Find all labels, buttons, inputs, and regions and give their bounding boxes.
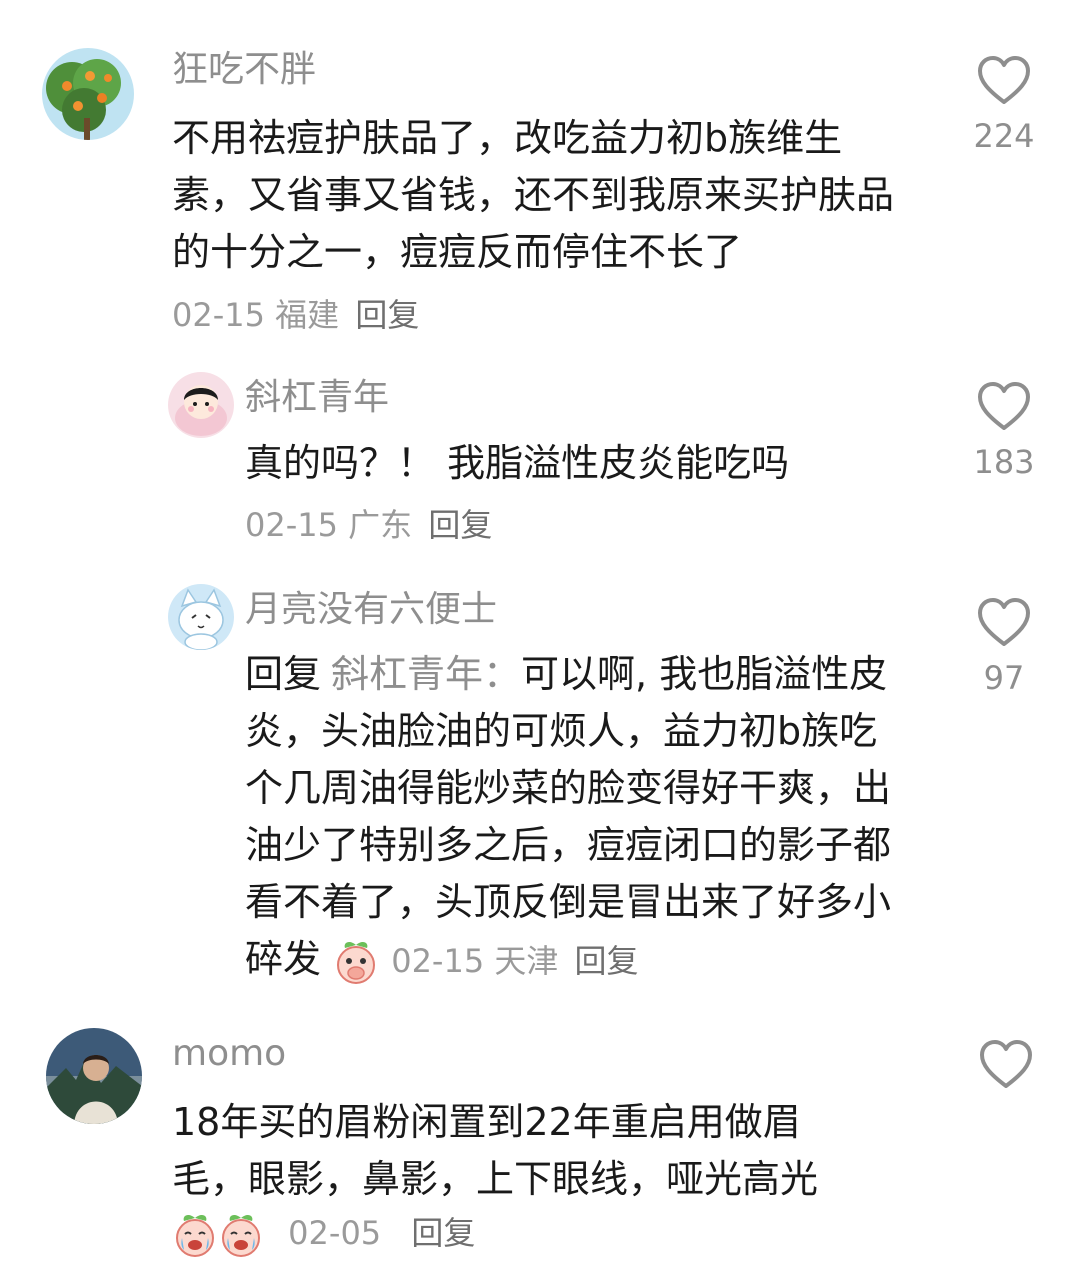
avatar[interactable]: [42, 48, 134, 140]
comment-text: 18年买的眉粉闲置到22年重启用做眉毛，眼影，鼻影，上下眼线，哑光高光: [172, 1100, 819, 1201]
crying-peach-emoji-icon: [218, 1212, 264, 1258]
like-button[interactable]: [966, 1038, 1046, 1100]
comment-date: 02-15: [245, 506, 338, 544]
comment-author[interactable]: 狂吃不胖: [172, 48, 316, 92]
comment-date: 02-15: [172, 296, 265, 334]
comment-text: 真的吗？！ 我脂溢性皮炎能吃吗: [245, 441, 790, 485]
reply-button[interactable]: 回复: [575, 942, 639, 980]
heart-icon: [978, 56, 1030, 104]
comment-author[interactable]: momo: [172, 1032, 286, 1076]
like-count: 183: [973, 443, 1035, 481]
heart-icon: [978, 598, 1030, 646]
comment-author[interactable]: 斜杠青年: [245, 376, 389, 420]
comment-item: 狂吃不胖 不用祛痘护肤品了，改吃益力初b族维生素，又省事又省钱，还不到我原来买护…: [0, 0, 1080, 350]
comment-location: 天津: [494, 942, 559, 980]
avatar[interactable]: [168, 372, 234, 438]
like-count: 224: [973, 117, 1035, 155]
heart-icon: [980, 1040, 1032, 1088]
reply-button[interactable]: 回复: [411, 1214, 475, 1252]
reply-item: 斜杠青年 真的吗？！ 我脂溢性皮炎能吃吗 02-15 广东 回复 183: [0, 350, 1080, 570]
comment-author[interactable]: 月亮没有六便士: [245, 588, 497, 632]
cartoon-boy-avatar-icon: [168, 372, 234, 438]
comment-item: momo 18年买的眉粉闲置到22年重启用做眉毛，眼影，鼻影，上下眼线，哑光高光: [0, 1000, 1080, 1287]
like-button[interactable]: 97: [964, 596, 1044, 698]
reply-item: 月亮没有六便士 回复 斜杠青年：可以啊, 我也脂溢性皮炎，头油脸油的可烦人，益力初…: [0, 570, 1080, 1000]
comment-text: 不用祛痘护肤品了，改吃益力初b族维生素，又省事又省钱，还不到我原来买护肤品的十分…: [172, 116, 895, 274]
reply-target-user[interactable]: 斜杠青年：: [331, 652, 521, 696]
reply-button[interactable]: 回复: [428, 506, 492, 544]
comment-date: 02-15: [391, 942, 485, 980]
comment-meta: 02-15 广东 回复: [245, 505, 492, 545]
comment-meta: 02-15 天津 回复: [391, 942, 638, 980]
avatar[interactable]: [46, 1028, 142, 1124]
reply-button[interactable]: 回复: [355, 296, 419, 334]
comment-text: 可以啊, 我也脂溢性皮炎，头油脸油的可烦人，益力初b族吃个几周油得能炒菜的脸变得…: [245, 652, 892, 981]
like-button[interactable]: 224: [964, 54, 1044, 156]
person-photo-avatar-icon: [46, 1028, 142, 1124]
white-cat-avatar-icon: [168, 584, 234, 650]
comment-location: 广东: [348, 506, 413, 544]
crying-peach-emoji-icon: [172, 1212, 218, 1258]
like-button[interactable]: 183: [964, 380, 1044, 482]
reply-prefix: 回复: [245, 652, 322, 696]
comment-meta: 02-15 福建 回复: [172, 295, 419, 335]
like-count: 97: [983, 659, 1025, 697]
comment-location: 福建: [275, 296, 340, 334]
comment-meta: 02-05 回复: [172, 1212, 475, 1258]
covering-mouth-peach-emoji-icon: [333, 939, 379, 985]
orange-tree-avatar-icon: [42, 48, 134, 140]
heart-icon: [978, 382, 1030, 430]
comment-text-block: 回复 斜杠青年：可以啊, 我也脂溢性皮炎，头油脸油的可烦人，益力初b族吃个几周油得…: [245, 646, 910, 988]
comment-date: 02-05: [288, 1214, 382, 1252]
avatar[interactable]: [168, 584, 234, 650]
